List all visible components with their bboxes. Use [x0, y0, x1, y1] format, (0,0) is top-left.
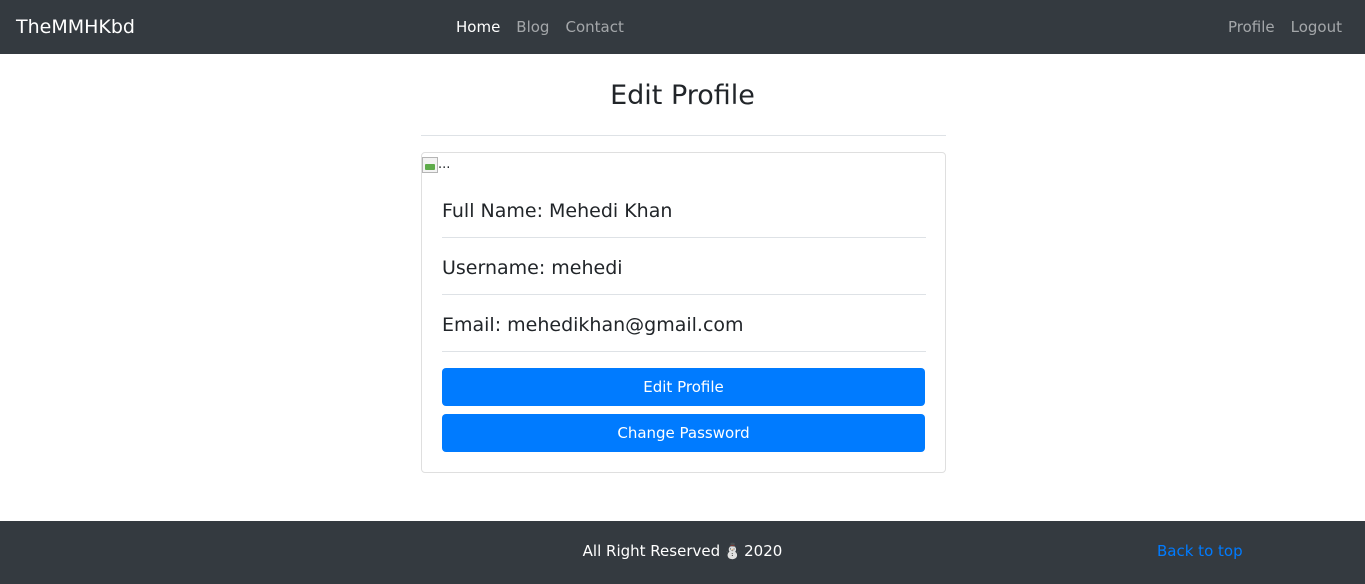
- change-password-button[interactable]: Change Password: [442, 414, 925, 452]
- copyright-label: All Right Reserved: [582, 542, 721, 560]
- page-footer: All Right Reserved ⛄ 2020 Back to top: [0, 521, 1365, 584]
- profile-image: ...: [422, 153, 450, 173]
- user-nav: Profile Logout: [1228, 16, 1342, 38]
- edit-profile-button[interactable]: Edit Profile: [442, 368, 925, 406]
- main-nav: Home Blog Contact: [456, 16, 624, 38]
- profile-image-alt: ...: [438, 157, 451, 172]
- broken-image-icon: [422, 157, 438, 173]
- username-row: Username: mehedi: [442, 238, 926, 295]
- nav-home-link[interactable]: Home: [456, 16, 500, 38]
- profile-card: ... Full Name: Mehedi Khan Username: meh…: [421, 152, 946, 473]
- email-row: Email: mehedikhan@gmail.com: [442, 295, 926, 352]
- nav-profile-link[interactable]: Profile: [1228, 16, 1275, 38]
- back-to-top-link[interactable]: Back to top: [1157, 539, 1243, 563]
- username-text: Username: mehedi: [442, 257, 623, 279]
- email-text: Email: mehedikhan@gmail.com: [442, 314, 744, 336]
- top-navbar: TheMMHKbd Home Blog Contact Profile Logo…: [0, 0, 1365, 54]
- nav-contact-link[interactable]: Contact: [565, 16, 623, 38]
- nav-logout-link[interactable]: Logout: [1291, 16, 1342, 38]
- snowman-icon: ⛄: [723, 542, 742, 560]
- title-divider: [421, 135, 946, 136]
- page-title: Edit Profile: [610, 80, 755, 111]
- nav-blog-link[interactable]: Blog: [516, 16, 549, 38]
- brand-link[interactable]: TheMMHKbd: [16, 14, 135, 40]
- full-name-row: Full Name: Mehedi Khan: [442, 181, 926, 238]
- copyright-year: 2020: [744, 542, 783, 560]
- full-name-text: Full Name: Mehedi Khan: [442, 200, 673, 222]
